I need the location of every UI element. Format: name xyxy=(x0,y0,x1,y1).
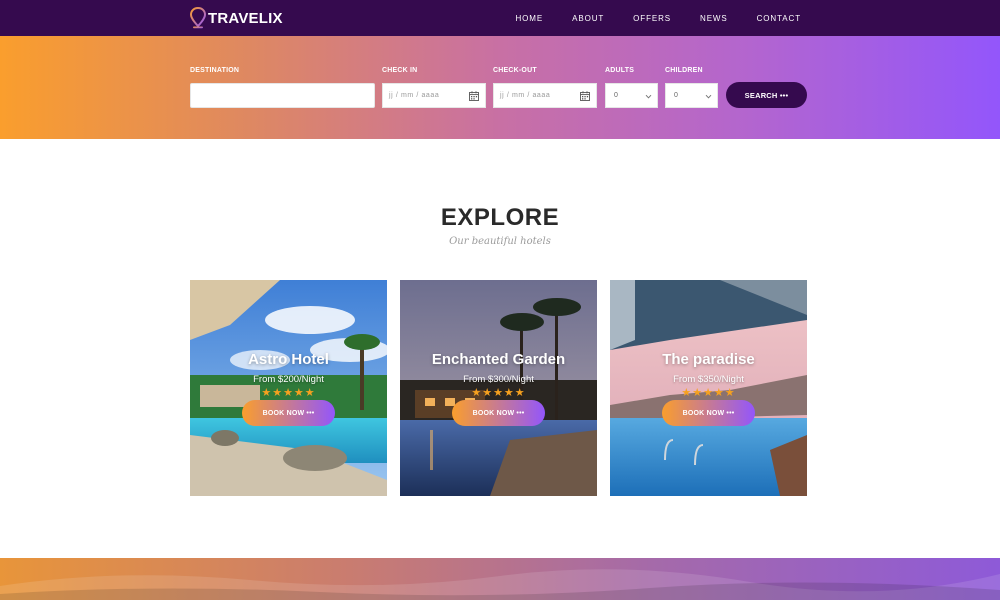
children-value: 0 xyxy=(674,92,678,99)
adults-field: ADULTS 0 xyxy=(605,67,658,142)
nav-offers[interactable]: OFFERS xyxy=(633,14,671,23)
destination-input[interactable] xyxy=(190,83,375,108)
children-select[interactable]: 0 xyxy=(665,83,718,108)
footer-hero-band xyxy=(0,558,1000,600)
explore-title: EXPLORE xyxy=(440,204,560,231)
rating-stars: ★★★★★ xyxy=(261,387,316,399)
checkout-placeholder: jj / mm / aaaa xyxy=(500,92,551,99)
rating-stars: ★★★★★ xyxy=(681,387,736,399)
adults-label: ADULTS xyxy=(605,67,635,74)
search-button[interactable]: SEARCH ••• xyxy=(726,82,807,108)
destination-field: DESTINATION xyxy=(190,67,375,142)
explore-subtitle: Our beautiful hotels xyxy=(449,236,551,247)
hotel-card-paradise: The paradise From $350/Night ★★★★★ BOOK … xyxy=(610,280,807,496)
checkout-label: CHECK-OUT xyxy=(493,67,537,74)
nav-contact[interactable]: CONTACT xyxy=(757,14,801,23)
top-navbar: TRAVELIX HOME ABOUT OFFERS NEWS CONTACT xyxy=(0,0,1000,36)
calendar-icon[interactable] xyxy=(580,91,590,101)
checkin-field: CHECK IN jj / mm / aaaa xyxy=(382,67,486,142)
hotel-name: Enchanted Garden xyxy=(431,351,566,368)
nav-news[interactable]: NEWS xyxy=(700,14,728,23)
children-label: CHILDREN xyxy=(665,67,703,74)
logo[interactable]: TRAVELIX xyxy=(190,6,283,30)
calendar-icon[interactable] xyxy=(469,91,479,101)
hotel-name: Astro Hotel xyxy=(248,351,329,368)
checkin-placeholder: jj / mm / aaaa xyxy=(389,92,440,99)
book-now-button[interactable]: BOOK NOW ••• xyxy=(452,400,545,426)
hotel-card-enchanted-garden: Enchanted Garden From $300/Night ★★★★★ B… xyxy=(400,280,597,496)
hotel-price: From $300/Night xyxy=(463,374,534,385)
nav-about[interactable]: ABOUT xyxy=(572,14,604,23)
hotel-price: From $350/Night xyxy=(673,374,744,385)
hotel-name: The paradise xyxy=(662,351,755,368)
landscape-image xyxy=(0,569,1000,600)
chevron-down-icon xyxy=(645,94,652,99)
checkin-input[interactable]: jj / mm / aaaa xyxy=(382,83,486,108)
search-band: DESTINATION CHECK IN jj / mm / aaaa CHEC… xyxy=(0,36,1000,139)
checkout-field: CHECK-OUT jj / mm / aaaa xyxy=(493,67,597,142)
main-nav: HOME ABOUT OFFERS NEWS CONTACT xyxy=(486,0,801,36)
children-field: CHILDREN 0 xyxy=(665,67,718,142)
adults-value: 0 xyxy=(614,92,618,99)
rating-stars: ★★★★★ xyxy=(471,387,526,399)
book-now-button[interactable]: BOOK NOW ••• xyxy=(242,400,335,426)
chevron-down-icon xyxy=(705,94,712,99)
hotel-card-astro: Astro Hotel From $200/Night ★★★★★ BOOK N… xyxy=(190,280,387,496)
hotel-price: From $200/Night xyxy=(253,374,324,385)
nav-home[interactable]: HOME xyxy=(515,14,543,23)
checkout-input[interactable]: jj / mm / aaaa xyxy=(493,83,597,108)
map-pin-icon xyxy=(190,7,206,29)
checkin-label: CHECK IN xyxy=(382,67,418,74)
brand-name: TRAVELIX xyxy=(208,9,283,27)
adults-select[interactable]: 0 xyxy=(605,83,658,108)
destination-label: DESTINATION xyxy=(190,67,240,74)
book-now-button[interactable]: BOOK NOW ••• xyxy=(662,400,755,426)
